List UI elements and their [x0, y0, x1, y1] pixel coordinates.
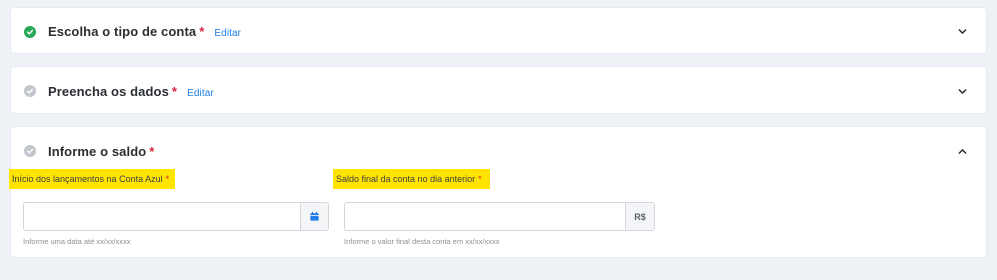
required-asterisk: *	[171, 83, 178, 99]
step-header-fill-data[interactable]: Preencha os dados * Editar	[11, 67, 986, 115]
check-circle-icon	[24, 145, 36, 157]
calendar-button[interactable]	[300, 203, 328, 230]
check-circle-icon	[24, 85, 36, 97]
step-title-text: Informe o saldo	[48, 143, 147, 159]
edit-link[interactable]: Editar	[187, 88, 214, 99]
required-asterisk: *	[199, 24, 205, 39]
chevron-down-icon[interactable]	[956, 85, 968, 97]
step-title: Preencha os dados * Editar	[48, 84, 214, 99]
start-date-label-text: Início dos lançamentos na Conta Azul	[12, 174, 163, 184]
start-date-label: Início dos lançamentos na Conta Azul *	[9, 169, 176, 189]
chevron-down-icon[interactable]	[956, 26, 968, 38]
step-card-fill-data: Preencha os dados * Editar	[10, 66, 987, 114]
required-asterisk: *	[165, 174, 170, 184]
start-date-hint: Informe uma data até xx/xx/xxxx	[23, 237, 131, 246]
final-balance-hint: Informe o valor final desta conta em xx/…	[344, 237, 500, 246]
step-header-balance[interactable]: Informe o saldo *	[11, 127, 986, 175]
required-asterisk: *	[478, 174, 482, 184]
final-balance-label-text: Saldo final da conta no dia anterior	[336, 174, 476, 184]
chevron-up-icon[interactable]	[956, 145, 968, 157]
step-card-balance: Informe o saldo * Início dos lançamentos …	[9, 126, 987, 258]
final-balance-input[interactable]	[345, 203, 625, 230]
step-title: Escolha o tipo de conta * Editar	[48, 24, 241, 39]
currency-addon: R$	[625, 203, 654, 230]
final-balance-field: R$	[344, 202, 655, 231]
required-asterisk: *	[149, 143, 155, 159]
start-date-input[interactable]	[24, 203, 300, 230]
edit-link[interactable]: Editar	[214, 28, 241, 39]
step-card-account-type: Escolha o tipo de conta * Editar	[10, 7, 987, 54]
start-date-field	[23, 202, 329, 231]
step-title: Informe o saldo *	[48, 144, 154, 159]
check-circle-icon	[24, 25, 36, 38]
step-title-text: Preencha os dados	[48, 83, 169, 99]
final-balance-label: Saldo final da conta no dia anterior *	[333, 169, 490, 189]
step-title-text: Escolha o tipo de conta	[48, 24, 197, 39]
step-header-account-type[interactable]: Escolha o tipo de conta * Editar	[11, 8, 986, 55]
calendar-icon	[309, 211, 320, 222]
